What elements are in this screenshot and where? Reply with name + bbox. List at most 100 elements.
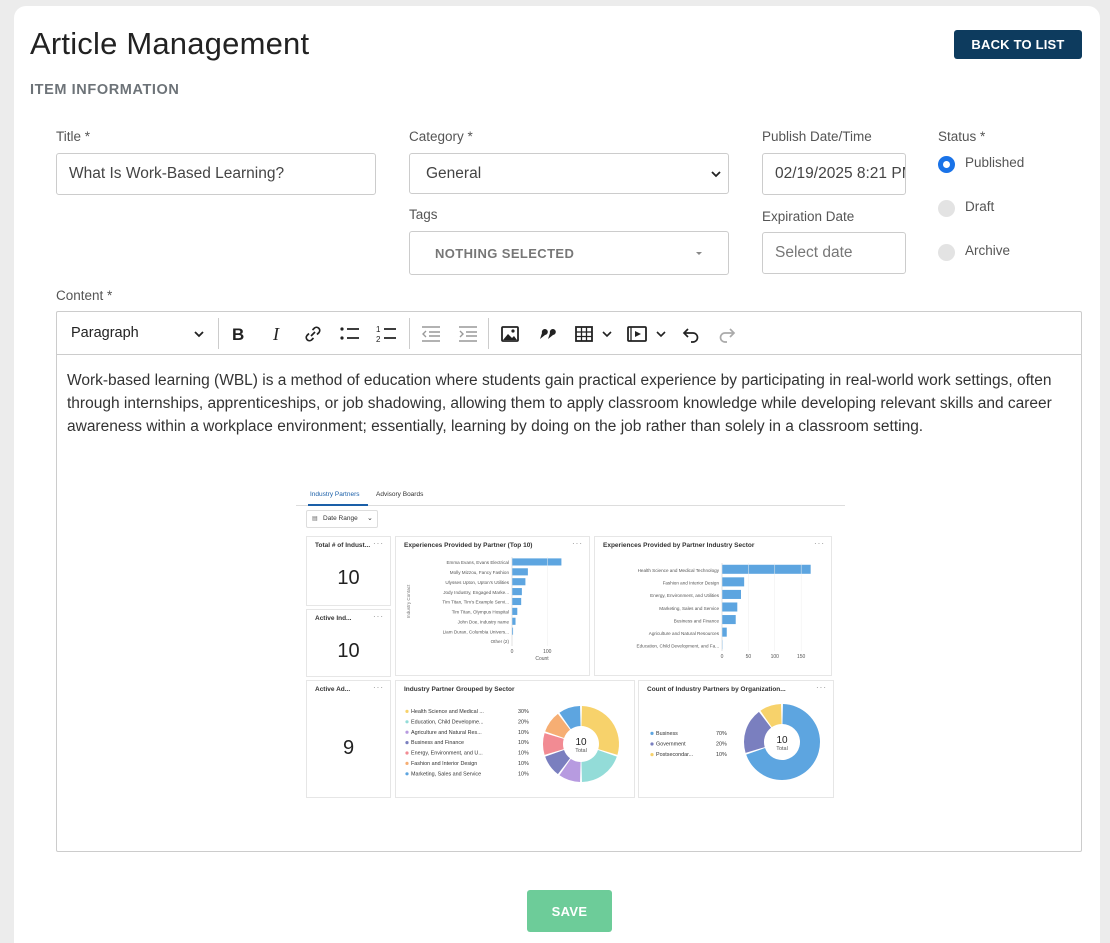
bar-chart-sector: Health Science and Medical Technology Fas… — [637, 563, 811, 660]
bar-label: Emma Evans, Evans Electrical — [446, 560, 509, 565]
redo-icon[interactable] — [716, 323, 738, 345]
legend-value: 30% — [518, 709, 529, 715]
donut-slice — [581, 706, 619, 755]
status-label: Status * — [938, 129, 986, 144]
legend-swatch — [650, 731, 654, 735]
expiration-date-input[interactable]: Select date — [762, 232, 906, 274]
status-radio-draft[interactable]: Draft — [938, 199, 994, 217]
bar — [722, 564, 811, 574]
kpi-card: Active Ind... ··· 10 — [306, 609, 391, 677]
legend-swatch — [405, 730, 409, 734]
legend-swatch — [405, 720, 409, 724]
expiration-date-label: Expiration Date — [762, 209, 855, 224]
more-icon: ··· — [373, 683, 384, 692]
bar — [722, 577, 745, 587]
back-to-list-button[interactable]: BACK TO LIST — [954, 30, 1082, 59]
kpi-card: Total # of Indust... ··· 10 — [306, 536, 391, 606]
tick-label: 0 — [511, 649, 514, 655]
chart-title: Experiences Provided by Partner Industry… — [603, 542, 755, 549]
dashboard-tab-active: Industry Partners — [310, 491, 360, 498]
svg-text:B: B — [232, 325, 244, 343]
svg-text:2: 2 — [376, 335, 381, 344]
publish-date-label: Publish Date/Time — [762, 129, 872, 144]
bar-chart-partner: Emma Evans, Evans Electrical Molly Mizzou… — [406, 557, 562, 662]
caret-down-icon — [696, 252, 702, 255]
chevron-down-icon[interactable] — [656, 330, 666, 338]
radio-unselected-icon — [938, 244, 955, 261]
tags-multiselect[interactable]: NOTHING SELECTED — [409, 231, 729, 275]
bulleted-list-icon[interactable] — [339, 323, 361, 345]
page-title: Article Management — [30, 26, 310, 61]
save-button[interactable]: SAVE — [527, 890, 612, 932]
bar — [722, 589, 741, 599]
radio-selected-icon — [938, 156, 955, 173]
bar — [512, 578, 526, 586]
legend-label: Fashion and Interior Design — [411, 761, 477, 767]
bar-label: Molly Mizzou, Fancy Fashion — [450, 570, 510, 575]
bar-label: Tim Titan, Olympus Hospital — [452, 610, 509, 615]
bar-label: Tim Titan, Tim's Example Servi... — [442, 600, 509, 605]
bar-label: Agriculture and Natural Resources — [649, 631, 720, 636]
kpi-title: Active Ad... — [315, 686, 351, 693]
status-option-label: Published — [965, 155, 1025, 170]
media-icon[interactable] — [626, 323, 648, 345]
date-range-label: Date Range — [323, 515, 358, 522]
toolbar-divider — [409, 318, 410, 349]
editor-toolbar: Paragraph B I 12 — [57, 312, 1081, 355]
status-radio-published[interactable]: Published — [938, 155, 1024, 173]
chart-title: Industry Partner Grouped by Sector — [404, 686, 515, 693]
kpi-title: Total # of Indust... — [315, 542, 371, 549]
bar-label: Liam Duran, Columbia Univers... — [443, 629, 509, 634]
legend-swatch — [405, 761, 409, 765]
tick-label: 100 — [771, 654, 780, 660]
donut-chart-sector: Health Science and Medical ... 30% Educati… — [405, 706, 619, 782]
chevron-down-icon: ⌄ — [367, 515, 373, 522]
legend-swatch — [650, 742, 654, 746]
undo-icon[interactable] — [680, 323, 702, 345]
legend-value: 20% — [518, 719, 529, 725]
bar — [722, 627, 727, 637]
dashboard-tab: Advisory Boards — [376, 491, 424, 498]
status-radio-archive[interactable]: Archive — [938, 243, 1010, 261]
chevron-down-icon[interactable] — [193, 328, 205, 340]
bar — [722, 615, 736, 625]
more-icon: ··· — [572, 539, 583, 548]
tags-value: NOTHING SELECTED — [435, 245, 575, 261]
date-range-filter: ▤ Date Range ⌄ — [306, 510, 378, 528]
kpi-value: 10 — [337, 640, 360, 662]
editor-content[interactable]: Work-based learning (WBL) is a method of… — [67, 369, 1071, 438]
donut-chart-org: Business 70% Government 20% Postsecondar... 1… — [650, 704, 820, 780]
donut-center-value: 10 — [575, 737, 587, 748]
legend-label: Education, Child Developme... — [411, 719, 484, 725]
block-format-select[interactable]: Paragraph — [71, 325, 139, 341]
title-input[interactable]: What Is Work-Based Learning? — [56, 153, 376, 195]
bar-label: Marketing, Sales and Service — [659, 606, 719, 611]
legend-value: 10% — [518, 761, 529, 767]
legend-label: Health Science and Medical ... — [411, 709, 484, 715]
chevron-down-icon[interactable] — [602, 330, 612, 338]
kpi-card: Active Ad... ··· 9 — [306, 680, 391, 798]
category-select-value: General — [426, 164, 482, 182]
legend-value: 70% — [716, 731, 727, 737]
kpi-value: 9 — [342, 737, 355, 759]
quote-icon[interactable] — [536, 323, 558, 345]
bold-icon[interactable]: B — [227, 323, 249, 345]
donut-center-label: Total — [776, 746, 788, 752]
chart-title: Count of Industry Partners by Organizati… — [647, 686, 786, 693]
table-icon[interactable] — [573, 323, 595, 345]
category-select[interactable]: General — [409, 153, 729, 194]
legend-label: Agriculture and Natural Res... — [411, 730, 482, 736]
image-icon[interactable] — [499, 323, 521, 345]
outdent-icon[interactable] — [420, 323, 442, 345]
tick-label: 50 — [746, 654, 752, 660]
publish-date-input[interactable]: 02/19/2025 8:21 PM — [762, 153, 906, 195]
chart-panel: Experiences Provided by Partner (Top 10)… — [395, 536, 590, 676]
italic-icon[interactable]: I — [266, 323, 288, 345]
link-icon[interactable] — [302, 323, 324, 345]
indent-icon[interactable] — [457, 323, 479, 345]
donut-center-label: Total — [575, 748, 587, 754]
numbered-list-icon[interactable]: 12 — [376, 323, 398, 345]
legend-value: 10% — [716, 752, 727, 758]
legend-swatch — [405, 772, 409, 776]
calendar-icon: ▤ — [312, 516, 318, 522]
